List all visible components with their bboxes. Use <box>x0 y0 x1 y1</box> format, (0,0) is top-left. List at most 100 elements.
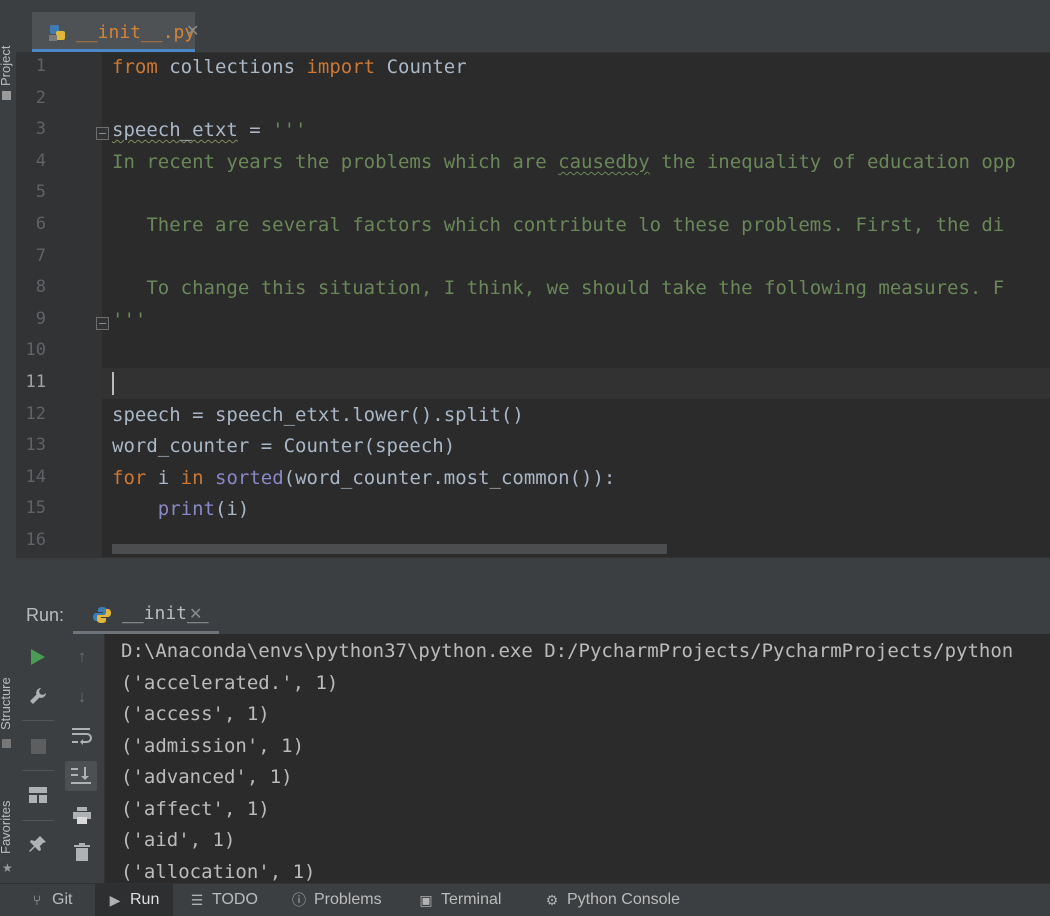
edit-configuration-wrench-icon[interactable] <box>27 685 49 707</box>
toolbar-separator <box>22 770 54 771</box>
print-icon[interactable] <box>71 804 93 826</box>
code-token: the inequality of education opp <box>649 150 1016 173</box>
problems-info-icon: ⓘ <box>292 892 306 908</box>
stop-icon[interactable] <box>27 735 49 757</box>
arrow-up-icon[interactable]: ↑ <box>71 646 93 668</box>
close-icon[interactable]: ✕ <box>189 604 202 624</box>
editor-tab-label: __init__.py <box>76 22 196 43</box>
trash-icon[interactable] <box>71 841 93 863</box>
code-token: word_counter = Counter(speech) <box>112 435 456 458</box>
todo-tool-tab[interactable]: ☰ TODO <box>189 884 258 916</box>
git-branch-icon: ⑂ <box>32 892 42 908</box>
line-number-gutter: 1 2 3 4 5 6 7 8 9 10 11 12 13 14 15 16 <box>16 53 102 557</box>
run-tab-init[interactable]: __init__ ✕ <box>73 596 219 634</box>
bottom-tool-bar: ⑂ Git ▶ Run ☰ TODO ⓘ Problems ▣ Terminal… <box>0 883 1050 916</box>
code-token: ''' <box>272 119 307 142</box>
code-line: for i in sorted(word_counter.most_common… <box>112 467 615 489</box>
project-folder-icon[interactable] <box>2 91 11 100</box>
arrow-down-icon[interactable]: ↓ <box>71 686 93 708</box>
current-line-highlight <box>102 368 1050 399</box>
left-tool-stripe: Project Structure ★ Favorites <box>0 12 17 883</box>
code-token: = <box>237 119 273 142</box>
panel-splitter[interactable] <box>16 557 1050 597</box>
run-toolbar-secondary: ↑ ↓ <box>60 634 105 883</box>
git-tool-tab-label: Git <box>52 891 73 908</box>
editor-tab-init-py[interactable]: __init__.py ✕ <box>32 12 199 52</box>
rerun-play-icon[interactable] <box>27 646 49 668</box>
console-output-line: ('admission', 1) <box>121 734 305 757</box>
line-number: 4 <box>35 150 46 171</box>
line-number: 10 <box>25 340 46 361</box>
run-panel-label: Run: <box>26 605 65 625</box>
code-token: In recent years the problems which are <box>112 150 559 173</box>
python-console-tool-tab-label: Python Console <box>567 891 680 908</box>
console-output-line: ('affect', 1) <box>121 797 270 820</box>
line-number: 9 <box>35 308 46 329</box>
code-line: ''' <box>112 309 146 331</box>
run-panel-header: Run: __init__ ✕ <box>16 596 1050 634</box>
text-caret <box>112 372 114 395</box>
code-editor[interactable]: 1 2 3 4 5 6 7 8 9 10 11 12 13 14 15 16 from collections… <box>16 53 1050 557</box>
terminal-icon: ▣ <box>419 891 433 908</box>
project-tool-tab[interactable]: Project <box>0 46 13 86</box>
toolbar-separator <box>22 720 54 721</box>
run-console-output[interactable]: D:\Anaconda\envs\python37\python.exe D:/… <box>105 634 1050 883</box>
python-file-icon <box>49 25 65 41</box>
python-console-tool-tab[interactable]: ⚙ Python Console <box>544 884 680 916</box>
code-token: To change this situation, I think, we sh… <box>112 277 1005 300</box>
favorites-tool-tab[interactable]: Favorites <box>0 801 13 854</box>
git-tool-tab[interactable]: ⑂ Git <box>29 884 73 916</box>
line-number: 2 <box>35 87 46 108</box>
active-tab-indicator <box>32 49 195 52</box>
editor-tab-bar: __init__.py ✕ <box>16 12 1050 53</box>
code-area[interactable]: from collections import Counter speech_et… <box>102 53 1050 557</box>
code-token: (word_counter.most_common()): <box>283 466 616 489</box>
code-line: To change this situation, I think, we sh… <box>112 277 1004 299</box>
favorites-star-icon[interactable]: ★ <box>2 862 13 874</box>
console-output-line: ('accelerated.', 1) <box>121 671 339 694</box>
code-token: causedby <box>558 150 650 173</box>
line-number: 3 <box>35 119 46 140</box>
code-token: in <box>180 466 204 489</box>
line-number: 7 <box>35 245 46 266</box>
soft-wrap-icon[interactable] <box>71 725 93 747</box>
structure-icon[interactable] <box>2 739 11 748</box>
line-number: 15 <box>25 498 46 519</box>
line-number: 12 <box>25 403 46 424</box>
line-number: 8 <box>35 277 46 298</box>
python-run-config-icon <box>93 607 111 623</box>
problems-tool-tab-label: Problems <box>314 891 382 908</box>
code-line: speech_etxt = ''' <box>112 119 307 141</box>
console-output-line: ('allocation', 1) <box>121 860 316 883</box>
code-token: speech = speech_etxt.lower().split() <box>112 403 524 426</box>
run-play-icon: ▶ <box>109 891 121 908</box>
console-output-line: ('advanced', 1) <box>121 766 293 788</box>
todo-tool-tab-label: TODO <box>212 891 258 908</box>
code-line: There are several factors which contribu… <box>112 214 1004 236</box>
problems-tool-tab[interactable]: ⓘ Problems <box>291 884 382 916</box>
terminal-tool-tab[interactable]: ▣ Terminal <box>418 884 501 916</box>
code-token: speech_etxt <box>112 119 238 142</box>
code-line: In recent years the problems which are c… <box>112 151 1016 173</box>
run-tool-tab[interactable]: ▶ Run <box>95 884 173 916</box>
code-token: There are several factors which contribu… <box>112 214 1005 236</box>
code-line: print(i) <box>112 498 250 521</box>
terminal-tool-tab-label: Terminal <box>441 891 502 908</box>
run-toolbar-primary <box>16 634 60 883</box>
line-number: 11 <box>25 372 46 392</box>
line-number: 1 <box>35 56 46 76</box>
horizontal-scrollbar[interactable] <box>112 544 667 554</box>
console-command-line: D:\Anaconda\envs\python37\python.exe D:/… <box>121 640 1014 662</box>
close-icon[interactable]: ✕ <box>186 21 199 41</box>
structure-tool-tab[interactable]: Structure <box>0 677 13 730</box>
code-token: sorted <box>215 466 284 489</box>
code-token: for <box>112 466 147 489</box>
code-token: print <box>157 498 215 521</box>
run-tool-tab-label: Run <box>130 891 160 908</box>
pin-tab-icon[interactable] <box>27 833 49 855</box>
console-output-line: ('aid', 1) <box>121 829 236 851</box>
code-token: ''' <box>112 308 147 331</box>
restore-layout-icon[interactable] <box>27 784 49 806</box>
scroll-to-end-icon[interactable] <box>65 761 97 791</box>
